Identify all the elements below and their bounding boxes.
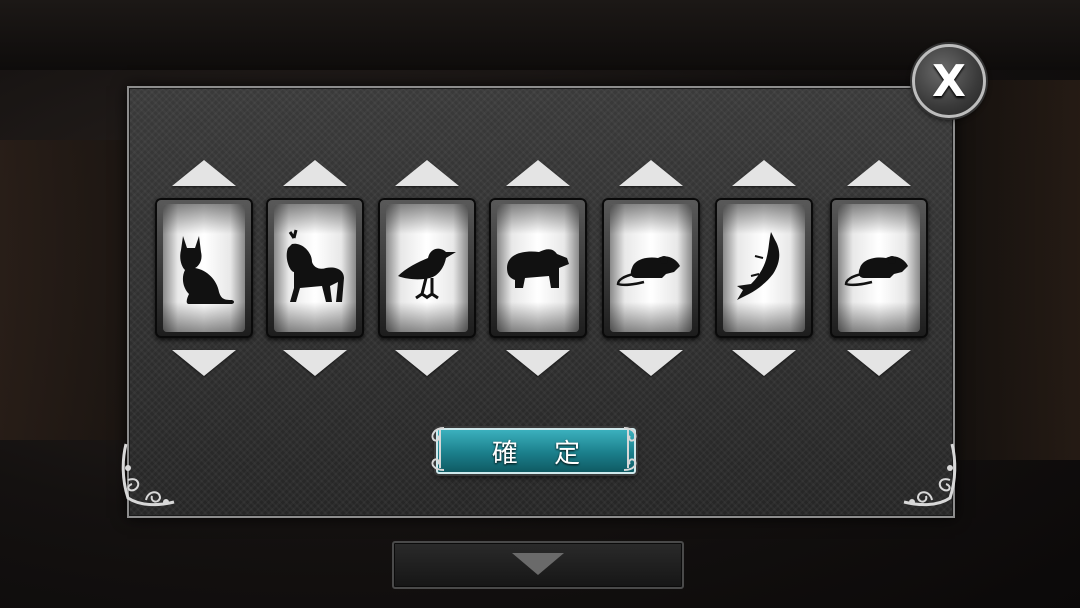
reel-down-arrow[interactable]: [172, 350, 236, 376]
reel-up-arrow[interactable]: [619, 160, 683, 186]
reel-6: [715, 198, 813, 338]
rat-icon: [844, 228, 914, 308]
reel-2: [266, 198, 364, 338]
reel-3: [378, 198, 476, 338]
bird-icon: [392, 228, 462, 308]
confirm-button[interactable]: 確 定: [436, 428, 636, 474]
reel-up-arrow[interactable]: [395, 160, 459, 186]
background-furniture-left: [0, 140, 140, 440]
fish-icon: [729, 228, 799, 308]
reel-column-7: [830, 160, 928, 376]
reel-down-arrow[interactable]: [506, 350, 570, 376]
reel-5: [602, 198, 700, 338]
bottom-collapse-tab[interactable]: [392, 541, 684, 589]
corner-ornament-icon: [120, 440, 180, 510]
confirm-button-label: 確 定: [491, 438, 595, 469]
reel-down-arrow[interactable]: [395, 350, 459, 376]
reel-column-4: [489, 160, 587, 376]
reel-up-arrow[interactable]: [732, 160, 796, 186]
button-ornament-icon: [618, 424, 642, 474]
reel-down-arrow[interactable]: [619, 350, 683, 376]
rat-icon: [616, 228, 686, 308]
reel-7: [830, 198, 928, 338]
reel-column-3: [378, 160, 476, 376]
corner-ornament-icon: [898, 440, 958, 510]
reel-up-arrow[interactable]: [847, 160, 911, 186]
bear-icon: [503, 228, 573, 308]
reel-column-5: [602, 160, 700, 376]
background-furniture-right: [950, 80, 1080, 460]
button-ornament-icon: [426, 424, 450, 474]
reel-column-1: [155, 160, 253, 376]
chevron-down-icon: [512, 553, 564, 575]
reel-down-arrow[interactable]: [847, 350, 911, 376]
reel-up-arrow[interactable]: [172, 160, 236, 186]
dog-icon: [280, 228, 350, 308]
reel-4: [489, 198, 587, 338]
reel-up-arrow[interactable]: [506, 160, 570, 186]
reel-1: [155, 198, 253, 338]
reel-up-arrow[interactable]: [283, 160, 347, 186]
reel-column-2: [266, 160, 364, 376]
close-icon: X: [932, 55, 966, 107]
close-button[interactable]: X: [912, 44, 986, 118]
cat-icon: [169, 228, 239, 308]
reel-down-arrow[interactable]: [283, 350, 347, 376]
reel-column-6: [715, 160, 813, 376]
reel-down-arrow[interactable]: [732, 350, 796, 376]
